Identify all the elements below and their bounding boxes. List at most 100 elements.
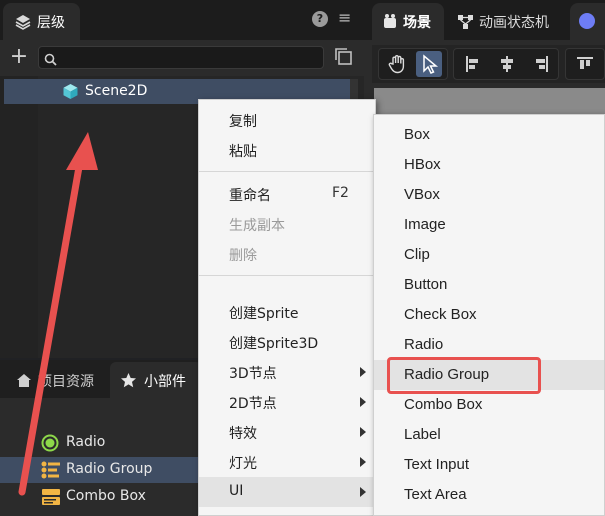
state-machine-icon xyxy=(457,14,474,34)
tab-animation-state-machine-label: 动画状态机 xyxy=(479,15,549,31)
menu-item-shortcut: F2 xyxy=(332,185,349,201)
cube-icon xyxy=(62,83,79,104)
tab-widgets-label: 小部件 xyxy=(144,374,186,390)
annotation-highlight-box xyxy=(387,357,541,394)
tool-group-align xyxy=(453,48,559,80)
menu-item-label: 删除 xyxy=(229,248,257,264)
cursor-icon xyxy=(423,54,439,74)
hierarchy-search[interactable] xyxy=(38,46,324,69)
add-node-button[interactable]: + xyxy=(8,46,30,69)
tab-hierarchy-label: 层级 xyxy=(37,15,65,31)
align-right-icon xyxy=(536,56,548,72)
align-top-button[interactable] xyxy=(572,51,598,77)
submenu-item-label: Clip xyxy=(404,246,430,263)
widget-item-label: Combo Box xyxy=(66,488,146,504)
align-left-button[interactable] xyxy=(460,51,486,77)
align-top-icon xyxy=(577,57,593,69)
ui-submenu: Box HBox VBox Image Clip Button Check Bo… xyxy=(373,114,605,516)
menu-item-label: 3D节点 xyxy=(229,366,277,382)
tab-widgets[interactable]: 小部件 xyxy=(110,362,202,398)
widget-item-label: Radio xyxy=(66,434,106,450)
submenu-item-combo-box[interactable]: Combo Box xyxy=(374,390,604,420)
menu-item-3d-nodes[interactable]: 3D节点 xyxy=(199,357,375,387)
submenu-item-label: Image xyxy=(404,216,446,233)
menu-item-label: UI xyxy=(229,483,244,499)
menu-separator xyxy=(199,275,375,276)
submenu-item-label: Text Input xyxy=(404,456,470,473)
submenu-item-label: Box xyxy=(404,126,430,143)
menu-item-label: 创建Sprite xyxy=(229,306,299,322)
menu-item-lights[interactable]: 灯光 xyxy=(199,447,375,477)
menu-item-create-sprite3d[interactable]: 创建Sprite3D xyxy=(199,327,375,357)
submenu-item-box[interactable]: Box xyxy=(374,120,604,150)
menu-item-2d-nodes[interactable]: 2D节点 xyxy=(199,387,375,417)
menu-item-label: 灯光 xyxy=(229,456,257,472)
menu-item-create-sprite[interactable]: 创建Sprite xyxy=(199,297,375,327)
menu-item-copy[interactable]: 复制 xyxy=(199,105,375,135)
select-tool-button[interactable] xyxy=(416,51,442,77)
tab-scene[interactable]: 场景 xyxy=(372,3,444,40)
menu-item-ui[interactable]: UI xyxy=(199,477,375,507)
panel-menu-icon[interactable]: ≡ xyxy=(338,9,352,27)
submenu-item-image[interactable]: Image xyxy=(374,210,604,240)
menu-item-label: 重命名 xyxy=(229,188,271,204)
submenu-item-label: Check Box xyxy=(404,306,477,323)
tab-project-assets[interactable]: 项目资源 xyxy=(4,362,108,398)
submenu-item-label: Button xyxy=(404,276,448,293)
submenu-item-vbox[interactable]: VBox xyxy=(374,180,604,210)
submenu-item-clip[interactable]: Clip xyxy=(374,240,604,270)
widget-item-label: Radio Group xyxy=(66,461,153,477)
menu-item-label: 粘贴 xyxy=(229,144,257,160)
submenu-item-label: Text Area xyxy=(404,486,467,503)
star-icon xyxy=(120,372,137,393)
tool-group-vertical-align xyxy=(565,48,605,80)
menu-item-label: 特效 xyxy=(229,426,257,442)
submenu-arrow-icon xyxy=(360,397,366,407)
menu-item-label: 创建Sprite3D xyxy=(229,336,319,352)
radio-group-icon xyxy=(41,461,61,483)
align-left-icon xyxy=(466,56,478,72)
widget-item-radio-group[interactable]: Radio Group xyxy=(0,457,200,483)
menu-item-rename[interactable]: 重命名 F2 xyxy=(199,179,375,209)
submenu-item-label: Combo Box xyxy=(404,396,483,413)
help-icon[interactable]: ? xyxy=(312,11,328,27)
submenu-item-text-input[interactable]: Text Input xyxy=(374,450,604,480)
submenu-item-check-box[interactable]: Check Box xyxy=(374,300,604,330)
home-icon xyxy=(16,373,32,392)
submenu-item-label: Radio xyxy=(404,336,444,353)
submenu-item-button[interactable]: Button xyxy=(374,270,604,300)
widget-item-combo-box[interactable]: Combo Box xyxy=(0,484,200,510)
align-right-button[interactable] xyxy=(528,51,554,77)
submenu-arrow-icon xyxy=(360,427,366,437)
submenu-item-label[interactable]: Label xyxy=(374,420,604,450)
context-menu: 复制 粘贴 重命名 F2 生成副本 删除 创建Sprite 创建Sprite3D … xyxy=(198,99,376,516)
menu-item-effects[interactable]: 特效 xyxy=(199,417,375,447)
submenu-item-text-area[interactable]: Text Area xyxy=(374,480,604,510)
tree-node-label: Scene2D xyxy=(85,83,148,99)
tool-group-navigation xyxy=(378,48,448,80)
menu-item-label: 复制 xyxy=(229,114,257,130)
layers-icon xyxy=(15,14,31,34)
widget-item-radio[interactable]: Radio xyxy=(0,430,200,456)
submenu-item-label: HBox xyxy=(404,156,441,173)
menu-item-paste[interactable]: 粘贴 xyxy=(199,135,375,165)
tab-scene-label: 场景 xyxy=(403,15,431,31)
menu-separator xyxy=(199,171,375,172)
hand-tool-button[interactable] xyxy=(385,51,411,77)
tab-overflow[interactable] xyxy=(570,3,605,40)
menu-item-delete: 删除 xyxy=(199,239,375,269)
hierarchy-search-input[interactable] xyxy=(63,49,318,66)
submenu-item-label: VBox xyxy=(404,186,440,203)
submenu-item-radio[interactable]: Radio xyxy=(374,330,604,360)
align-center-button[interactable] xyxy=(494,51,520,77)
menu-item-label: 2D节点 xyxy=(229,396,277,412)
tab-animation-state-machine[interactable]: 动画状态机 xyxy=(448,3,566,40)
collapse-all-icon[interactable] xyxy=(334,47,354,71)
search-icon xyxy=(44,51,57,70)
submenu-arrow-icon xyxy=(360,367,366,377)
submenu-arrow-icon xyxy=(360,457,366,467)
tab-hierarchy[interactable]: 层级 xyxy=(3,3,80,40)
submenu-item-hbox[interactable]: HBox xyxy=(374,150,604,180)
submenu-arrow-icon xyxy=(360,487,366,497)
submenu-item-label: Label xyxy=(404,426,441,443)
